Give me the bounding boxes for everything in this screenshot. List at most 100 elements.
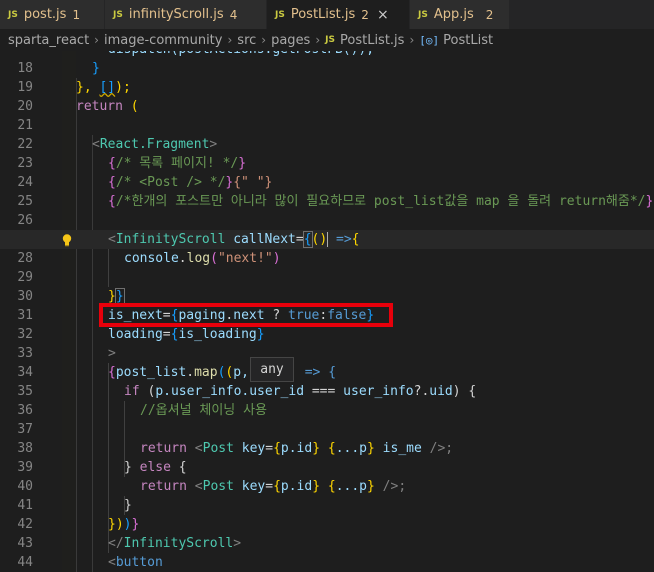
code-token: { [108,156,116,171]
code-token: } [312,479,321,494]
tab-app-js[interactable]: JS App.js 2 [410,0,510,29]
chevron-right-icon: › [409,33,415,47]
code-token: map [194,365,218,380]
code-token: React.Fragment [99,137,210,152]
code-token: callNext [225,232,296,247]
code-token: </ [108,536,124,551]
tab-infinityscroll-js[interactable]: JS infinityScroll.js 4 [105,0,267,29]
code-text: dispatch(postActions.getPostFB()); [108,51,374,59]
code-line: loading={is_loading} [0,325,654,344]
breadcrumb-item[interactable]: src [237,33,256,48]
code-line: return <Post key={p.id} {...p} />; [0,477,654,496]
code-token: = [295,232,304,247]
breadcrumb-item[interactable]: pages [271,33,310,48]
code-token: p.id [280,479,313,494]
tab-label: post.js [23,7,67,22]
code-token: => { [296,365,337,380]
code-token: return [140,441,187,456]
breadcrumb-item[interactable]: PostList [443,33,493,48]
code-token: log [186,251,211,266]
line-number: 29 [17,270,33,285]
code-token: } [124,498,132,513]
tab-post-js[interactable]: JS post.js 1 [0,0,105,29]
code-token: > [108,346,116,361]
code-editor[interactable]: dispatch(postActions.getPostFB()); 18 19… [0,51,654,572]
code-token: user_id [249,384,305,399]
code-token: is_loading [178,327,257,342]
code-token: }, [76,80,100,95]
breadcrumb: sparta_react › image-community › src › p… [0,29,654,51]
code-token: user_info [343,384,414,399]
problem-count: 2 [361,7,369,22]
code-token: p.id [280,441,313,456]
code-token: = [265,479,274,494]
code-line: if (p.user_info.user_id === user_info?.u… [0,382,654,401]
code-token: "next!" [217,251,273,266]
code-line: } else { [0,458,654,477]
tab-postlist-js[interactable]: JS PostList.js 2 × [267,0,410,29]
code-token: { [302,231,313,248]
code-token: Post [202,479,234,494]
js-file-icon: JS [325,35,335,45]
code-token: uid [429,384,453,399]
code-token: } [114,288,125,305]
code-line: return ( [0,97,654,116]
chevron-right-icon: › [227,33,233,47]
code-token: ) { [452,384,477,399]
highlight-annotation-box [99,303,393,327]
code-token: is_me [374,441,422,456]
code-token: /* <Post /> */ [115,175,226,190]
code-token: } [256,327,265,342]
code-token: } [131,517,140,532]
code-line: <InfinityScroll callNext={() =>{ [0,230,654,249]
code-token: } [312,441,321,456]
breadcrumb-item[interactable]: sparta_react [8,33,89,48]
code-token: { [108,175,116,190]
line-number: 37 [17,422,33,437]
code-token: === [304,384,344,399]
code-token: key [233,479,266,494]
line-number: 21 [17,118,33,133]
code-token: } [645,194,654,209]
code-token: ?. [413,384,430,399]
code-token: button [115,555,163,570]
code-line: }, []); [0,78,654,97]
symbol-variable-icon: [◎] [419,33,440,47]
code-token: } [92,61,100,76]
code-token: />; [421,441,454,456]
code-token: < [108,555,116,570]
code-token: = [265,441,274,456]
problem-count: 2 [485,7,494,22]
code-token: loading [108,327,163,342]
code-line: {post_list.map((p, => { [0,363,654,382]
code-token: return [140,479,187,494]
code-line: </InfinityScroll> [0,534,654,553]
code-token: p, [233,365,249,380]
code-token: { [170,460,187,475]
code-line: //옵셔널 체이닝 사용 [0,401,654,420]
code-token: InfinityScroll [123,536,234,551]
breadcrumb-item[interactable]: image-community [104,33,223,48]
code-token: else [139,460,171,475]
code-token: ( [139,384,156,399]
code-line: <button [0,553,654,572]
breadcrumb-item[interactable]: PostList.js [340,33,404,48]
code-token: //옵셔널 체이닝 사용 [140,403,267,418]
tab-label: PostList.js [290,7,356,22]
code-token: [] [99,80,116,95]
close-icon[interactable]: × [377,7,389,23]
code-line: {/* <Post /> */}{" "} [0,173,654,192]
js-file-icon: JS [275,9,285,20]
code-token: { [273,479,281,494]
code-token: Post [202,441,234,456]
code-token: } [108,289,116,304]
code-token: /* 목록 페이지! */ [115,156,239,171]
code-token: > [209,137,218,152]
code-token: p [155,384,164,399]
code-line: > [0,344,654,363]
js-file-icon: JS [418,9,428,20]
code-token: ( [122,99,139,114]
code-token: = [162,327,171,342]
code-token: ) [272,251,281,266]
code-token: { [273,441,281,456]
